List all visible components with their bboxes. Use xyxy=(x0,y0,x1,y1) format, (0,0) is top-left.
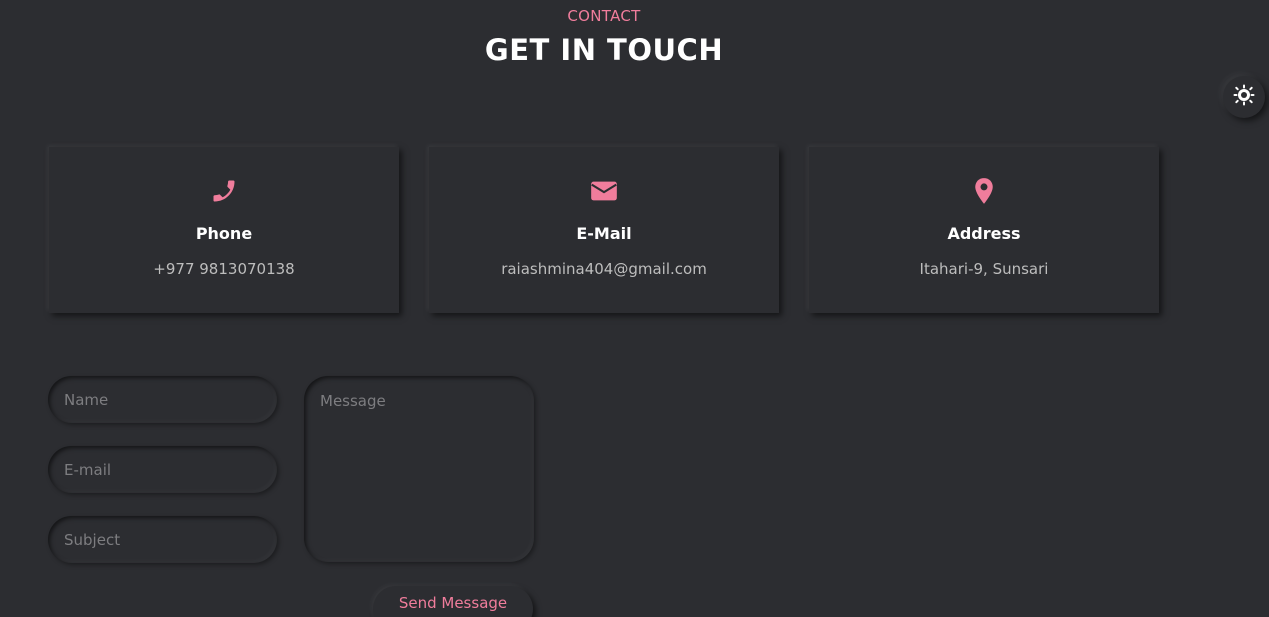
contact-card-address: Address Itahari-9, Sunsari xyxy=(809,147,1159,313)
contact-card-email: E-Mail raiashmina404@gmail.com xyxy=(429,147,779,313)
subject-input[interactable] xyxy=(48,516,277,563)
section-label: CONTACT xyxy=(567,7,641,25)
message-textarea[interactable] xyxy=(304,376,534,562)
email-input[interactable] xyxy=(48,446,277,493)
phone-icon xyxy=(49,177,399,205)
email-address: raiashmina404@gmail.com xyxy=(501,260,707,278)
page-title: GET IN TOUCH xyxy=(484,33,724,67)
phone-number: +977 9813070138 xyxy=(153,260,295,278)
name-input[interactable] xyxy=(48,376,277,423)
card-title: E-Mail xyxy=(576,224,632,243)
sun-icon xyxy=(1233,84,1255,110)
card-title: Address xyxy=(947,224,1021,243)
theme-toggle-button[interactable] xyxy=(1223,76,1265,118)
card-title: Phone xyxy=(195,224,253,243)
send-message-button[interactable]: Send Message xyxy=(373,586,533,617)
contact-card-phone: Phone +977 9813070138 xyxy=(49,147,399,313)
envelope-icon xyxy=(429,177,779,205)
map-pin-icon xyxy=(809,177,1159,205)
contact-section: CONTACT GET IN TOUCH Phone +977 98130701… xyxy=(0,0,1269,617)
address-value: Itahari-9, Sunsari xyxy=(919,260,1049,278)
